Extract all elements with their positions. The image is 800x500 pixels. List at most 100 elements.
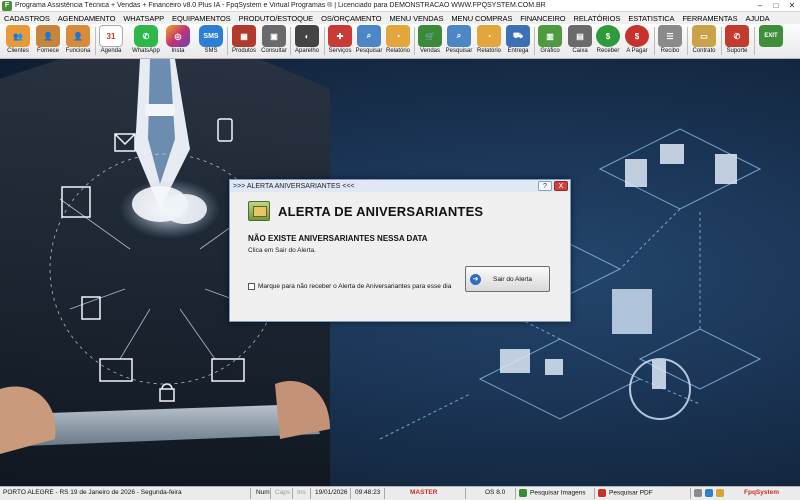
menu-whatsapp[interactable]: WHATSAPP (119, 14, 168, 23)
status-separator (310, 488, 311, 499)
exit-alert-label: Sair do Alerta (493, 275, 533, 283)
toolbar-button-produtos[interactable]: ▦ Produtos (230, 25, 258, 58)
menu-cadastros[interactable]: CADASTROS (0, 14, 54, 23)
toolbar-button-caixa[interactable]: ▤ Caixa (566, 25, 594, 58)
menu-agendamento[interactable]: AGENDAMENTO (54, 14, 120, 23)
arrow-right-icon: ➜ (470, 273, 481, 285)
status-time: 09:48:23 (355, 489, 381, 496)
toolbar-separator (414, 27, 415, 55)
dialog-title: >>> ALERTA ANIVERSARIANTES <<< (233, 182, 355, 190)
suppress-alert-checkbox[interactable]: Marque para não receber o Alerta de Aniv… (248, 283, 451, 290)
menu-produto-estoque[interactable]: PRODUTO/ESTOQUE (235, 14, 318, 23)
status-separator (465, 488, 466, 499)
search-icon: ⌕ (447, 25, 471, 47)
toolbar-button-sms[interactable]: SMS SMS (198, 25, 224, 58)
toolbar-button-aparelho[interactable]: ◐ Aparelho (292, 25, 322, 58)
title-bar: F Programa Assistência Técnica + Vendas … (0, 0, 800, 12)
receipt-icon: ☰ (658, 25, 682, 47)
exit-alert-button[interactable]: ➜ Sair do Alerta (465, 266, 550, 292)
toolbar-separator (721, 27, 722, 55)
support-icon: ✆ (725, 25, 749, 47)
supplier-icon: 👤 (36, 25, 60, 47)
pdf-icon (598, 489, 606, 497)
menu-equipamentos[interactable]: EQUIPAMENTOS (168, 14, 235, 23)
maximize-icon[interactable]: □ (768, 0, 784, 12)
calendar-alert-icon (248, 201, 270, 221)
products-icon: ▦ (232, 25, 256, 47)
menu-bar: CADASTROS AGENDAMENTO WHATSAPP EQUIPAMEN… (0, 12, 800, 24)
toolbar-button-clientes[interactable]: 👥 Clientes (4, 25, 32, 58)
status-tray-icons (694, 489, 727, 497)
calendar-icon: 31 (99, 25, 123, 47)
checkbox-box[interactable] (248, 283, 255, 290)
status-user: MASTER (410, 489, 438, 496)
status-separator (515, 488, 516, 499)
report-icon: ◔ (477, 25, 501, 47)
menu-os-orcamento[interactable]: OS/ORÇAMENTO (317, 14, 385, 23)
toolbar-button-pesquisar-os[interactable]: ⌕ Pesquisar (355, 25, 383, 58)
toolbar-button-suporte[interactable]: ✆ Suporte (723, 25, 751, 58)
toolbar-button-recibo[interactable]: ☰ Recibo (656, 25, 684, 58)
chart-icon: ▥ (538, 25, 562, 47)
status-insert: Ins (297, 489, 306, 496)
status-location-date: PORTO ALEGRE - RS 19 de Janeiro de 2026 … (3, 489, 182, 496)
toolbar-button-exit[interactable]: EXIT (757, 25, 785, 58)
status-date: 19/01/2026 (315, 489, 348, 496)
status-separator (690, 488, 691, 499)
app-icon: F (2, 0, 12, 11)
tray-icon[interactable] (716, 489, 724, 497)
toolbar-button-insta[interactable]: ◎ Insta (164, 25, 192, 58)
search-icon: ⌕ (357, 25, 381, 47)
minimize-icon[interactable]: – (752, 0, 768, 12)
delivery-icon: ⛟ (506, 25, 530, 47)
exit-icon: EXIT (759, 25, 783, 47)
toolbar-button-consultar[interactable]: ▣ Consultar (259, 25, 289, 58)
toolbar-button-funciona[interactable]: 👤 Funciona (63, 25, 93, 58)
receive-money-icon: $ (596, 25, 620, 47)
toolbar-button-relatorio-os[interactable]: ◔ Relatório (384, 25, 412, 58)
search-pdf-button[interactable]: Pesquisar PDF (598, 489, 653, 497)
status-separator (384, 488, 385, 499)
contract-icon: ▭ (692, 25, 716, 47)
menu-vendas[interactable]: MENU VENDAS (385, 14, 447, 23)
toolbar-button-relatorio-vendas[interactable]: ◔ Relatório (475, 25, 503, 58)
toolbar-separator (227, 27, 228, 55)
window-controls: – □ ✕ (752, 0, 800, 12)
toolbar-separator (534, 27, 535, 55)
toolbar-button-contrato[interactable]: ▭ Contrato (689, 25, 719, 58)
toolbar-button-entrega[interactable]: ⛟ Entrega (504, 25, 532, 58)
lookup-icon: ▣ (262, 25, 286, 47)
toolbar-button-agenda[interactable]: 31 Agenda (97, 25, 125, 58)
search-images-button[interactable]: Pesquisar Imagens (519, 489, 586, 497)
toolbar-button-receber[interactable]: $ Receber (594, 25, 622, 58)
status-brand: FpqSystem (744, 489, 780, 496)
report-icon: ◔ (386, 25, 410, 47)
toolbar-button-whatsapp[interactable]: ✆ WhatsApp (129, 25, 163, 58)
toolbar-button-a-pagar[interactable]: $ A Pagar (623, 25, 651, 58)
status-separator (270, 488, 271, 499)
toolbar-button-fornece[interactable]: 👤 Fornece (34, 25, 62, 58)
menu-relatorios[interactable]: RELATÓRIOS (570, 14, 625, 23)
status-separator (594, 488, 595, 499)
toolbar-button-pesquisar-vendas[interactable]: ⌕ Pesquisar (445, 25, 473, 58)
toolbar-button-vendas[interactable]: 🛒 Vendas (416, 25, 444, 58)
toolbar-button-servicos[interactable]: ✚ Serviços (326, 25, 354, 58)
tray-icon[interactable] (705, 489, 713, 497)
status-os-version: OS 8.0 (485, 489, 506, 496)
menu-financeiro[interactable]: FINANCEIRO (516, 14, 569, 23)
suppress-alert-label: Marque para não receber o Alerta de Aniv… (258, 283, 452, 290)
tray-icon[interactable] (694, 489, 702, 497)
dialog-heading: ALERTA DE ANIVERSARIANTES (278, 203, 484, 219)
close-icon[interactable]: X (554, 181, 568, 191)
clients-icon: 👥 (6, 25, 30, 47)
menu-ferramentas[interactable]: FERRAMENTAS (678, 14, 741, 23)
menu-estatistica[interactable]: ESTATISTICA (624, 14, 678, 23)
toolbar-button-grafico[interactable]: ▥ Gráfico (536, 25, 564, 58)
help-icon[interactable]: ? (538, 181, 552, 191)
sms-icon: SMS (199, 25, 223, 47)
close-icon[interactable]: ✕ (784, 0, 800, 12)
device-icon: ◐ (295, 25, 319, 47)
menu-compras[interactable]: MENU COMPRAS (447, 14, 516, 23)
menu-ajuda[interactable]: AJUDA (741, 14, 773, 23)
window-title: Programa Assistência Técnica + Vendas + … (15, 2, 546, 9)
